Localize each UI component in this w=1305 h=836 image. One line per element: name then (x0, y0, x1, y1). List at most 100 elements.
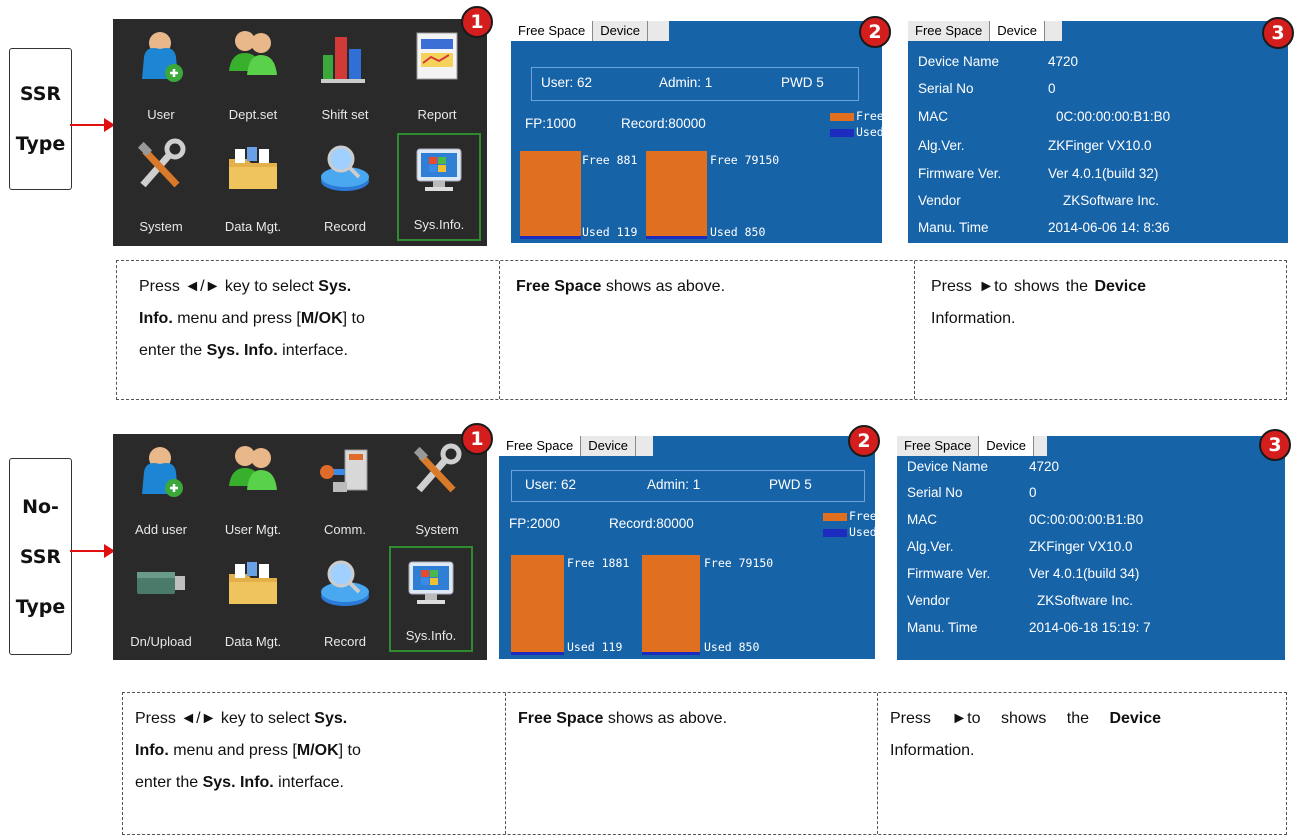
instruction-step-1: Press ◄/► key to select Sys. Info. menu … (117, 261, 499, 399)
record-free-label: Free 79150 (704, 556, 774, 570)
legend-used-label: Used (856, 125, 882, 139)
menu-label: Report (417, 107, 457, 122)
device-info-value: 0 (1029, 485, 1037, 500)
fp-capacity: FP:1000 (525, 116, 577, 131)
instruction-text: Press ◄/► key to select (139, 278, 319, 295)
instruction-bold: M/OK (296, 742, 339, 759)
menu-item-sys-info[interactable]: Sys.Info. (389, 546, 473, 652)
type-label-line: SSR (19, 545, 62, 568)
instruction-step-2: Free Space shows as above. (505, 693, 877, 834)
instruction-text: Press ►to shows the (890, 710, 1110, 727)
device-info-key: MAC (907, 512, 937, 527)
menu-item-system[interactable]: System (391, 442, 483, 542)
menu-label: Record (324, 219, 366, 234)
fp-used-bar (520, 236, 581, 239)
device-info-value: 0 (1048, 81, 1056, 96)
step-badge-3: 3 (1259, 429, 1291, 461)
step-badge-3: 3 (1262, 17, 1294, 49)
device-info-value: ZKSoftware Inc. (1063, 193, 1160, 208)
instruction-bold: Info. (135, 742, 169, 759)
ssr-type-label: SSR Type (9, 48, 72, 190)
record-used-label: Used 850 (704, 640, 760, 654)
type-label-line: SSR (19, 83, 62, 105)
tab-free-space[interactable]: Free Space (499, 436, 582, 456)
users-group-icon (229, 446, 277, 490)
tab-device[interactable]: Device (979, 436, 1034, 456)
menu-item-shift-set[interactable]: Shift set (299, 27, 391, 127)
instructions-table: Press ◄/► key to select Sys. Info. menu … (122, 692, 1287, 835)
menu-item-data-mgt[interactable]: Data Mgt. (207, 552, 299, 652)
menu-item-user-mgt[interactable]: User Mgt. (207, 442, 299, 542)
menu-label: Shift set (321, 107, 369, 122)
instruction-text: Information. (931, 310, 1016, 327)
user-count: User: 62 (541, 75, 593, 90)
arrow-right-icon (70, 550, 106, 552)
menu-label: System (415, 522, 459, 537)
record-used-bar (646, 236, 707, 239)
menu-item-report[interactable]: Report (391, 27, 483, 127)
instruction-text: enter the (139, 342, 207, 359)
menu-item-user[interactable]: User (115, 27, 207, 127)
device-info-value: 4720 (1029, 459, 1060, 474)
menu-label: User Mgt. (224, 522, 282, 537)
step-badge-1: 1 (461, 423, 493, 455)
legend-free-swatch (823, 513, 847, 521)
menu-item-comm[interactable]: Comm. (299, 442, 391, 542)
step-badge-2: 2 (848, 425, 880, 457)
device-info-value: 0C:00:00:00:B1:B0 (1029, 512, 1144, 527)
record-free-bar (646, 151, 707, 239)
device-info-screen: Free Space Device Device Name 4720 Seria… (897, 436, 1285, 660)
instruction-step-3: Press ►to shows the Device Information. (914, 261, 1286, 399)
tab-free-space[interactable]: Free Space (511, 21, 594, 41)
menu-item-data-mgt[interactable]: Data Mgt. (207, 137, 299, 237)
legend-free-label: Free (856, 109, 882, 123)
menu-item-dept-set[interactable]: Dept.set (207, 27, 299, 127)
instructions-table: Press ◄/► key to select Sys. Info. menu … (116, 260, 1287, 400)
record-free-bar (642, 555, 700, 655)
device-info-value: ZKFinger VX10.0 (1048, 138, 1152, 153)
instruction-text: shows as above. (603, 710, 728, 727)
device-info-key: Device Name (918, 54, 1000, 69)
menu-item-sys-info[interactable]: Sys.Info. (397, 133, 481, 241)
device-info-key: Manu. Time (918, 220, 989, 235)
menu-label: System (139, 219, 183, 234)
menu-item-system[interactable]: System (115, 137, 207, 237)
device-info-key: Vendor (907, 593, 950, 608)
instruction-step-1: Press ◄/► key to select Sys. Info. menu … (123, 693, 505, 834)
menu-item-record[interactable]: Record (299, 137, 391, 237)
tab-free-space[interactable]: Free Space (897, 436, 980, 456)
tab-device[interactable]: Device (990, 21, 1045, 41)
user-add-icon (142, 447, 183, 497)
instruction-step-3: Press ►to shows the Device Information. (877, 693, 1286, 834)
tab-free-space[interactable]: Free Space (908, 21, 991, 41)
device-info-value: 2014-06-06 14: 8:36 (1048, 220, 1170, 235)
instruction-bold: Sys. Info. (206, 342, 278, 359)
record-free-label: Free 79150 (710, 153, 780, 167)
fp-used-label: Used 119 (582, 225, 638, 239)
admin-count: Admin: 1 (647, 477, 701, 492)
fp-free-bar (520, 151, 581, 239)
tab-device[interactable]: Device (593, 21, 648, 41)
fp-free-bar (511, 555, 564, 655)
device-info-key: Vendor (918, 193, 961, 208)
menu-item-dn-upload[interactable]: Dn/Upload (115, 552, 207, 652)
legend-used-swatch (830, 129, 854, 137)
device-info-value: 2014-06-18 15:19: 7 (1029, 620, 1151, 635)
fp-used-label: Used 119 (567, 640, 623, 654)
menu-item-record[interactable]: Record (299, 552, 391, 652)
tab-device[interactable]: Device (581, 436, 636, 456)
folder-icon (229, 147, 277, 189)
instruction-text: menu and press [ (172, 310, 301, 327)
tab-bar: Free Space Device (511, 21, 648, 41)
device-info-key: MAC (918, 109, 948, 124)
device-info-value: 0C:00:00:00:B1:B0 (1056, 109, 1171, 124)
record-capacity: Record:80000 (609, 516, 694, 531)
device-info-key: Serial No (918, 81, 974, 96)
instruction-text: ] to (342, 310, 365, 327)
device-info-key: Serial No (907, 485, 963, 500)
instruction-bold: Info. (139, 310, 173, 327)
user-add-icon (142, 32, 183, 82)
menu-item-add-user[interactable]: Add user (115, 442, 207, 542)
instruction-bold: M/OK (300, 310, 343, 327)
menu-label: Sys.Info. (405, 628, 457, 643)
